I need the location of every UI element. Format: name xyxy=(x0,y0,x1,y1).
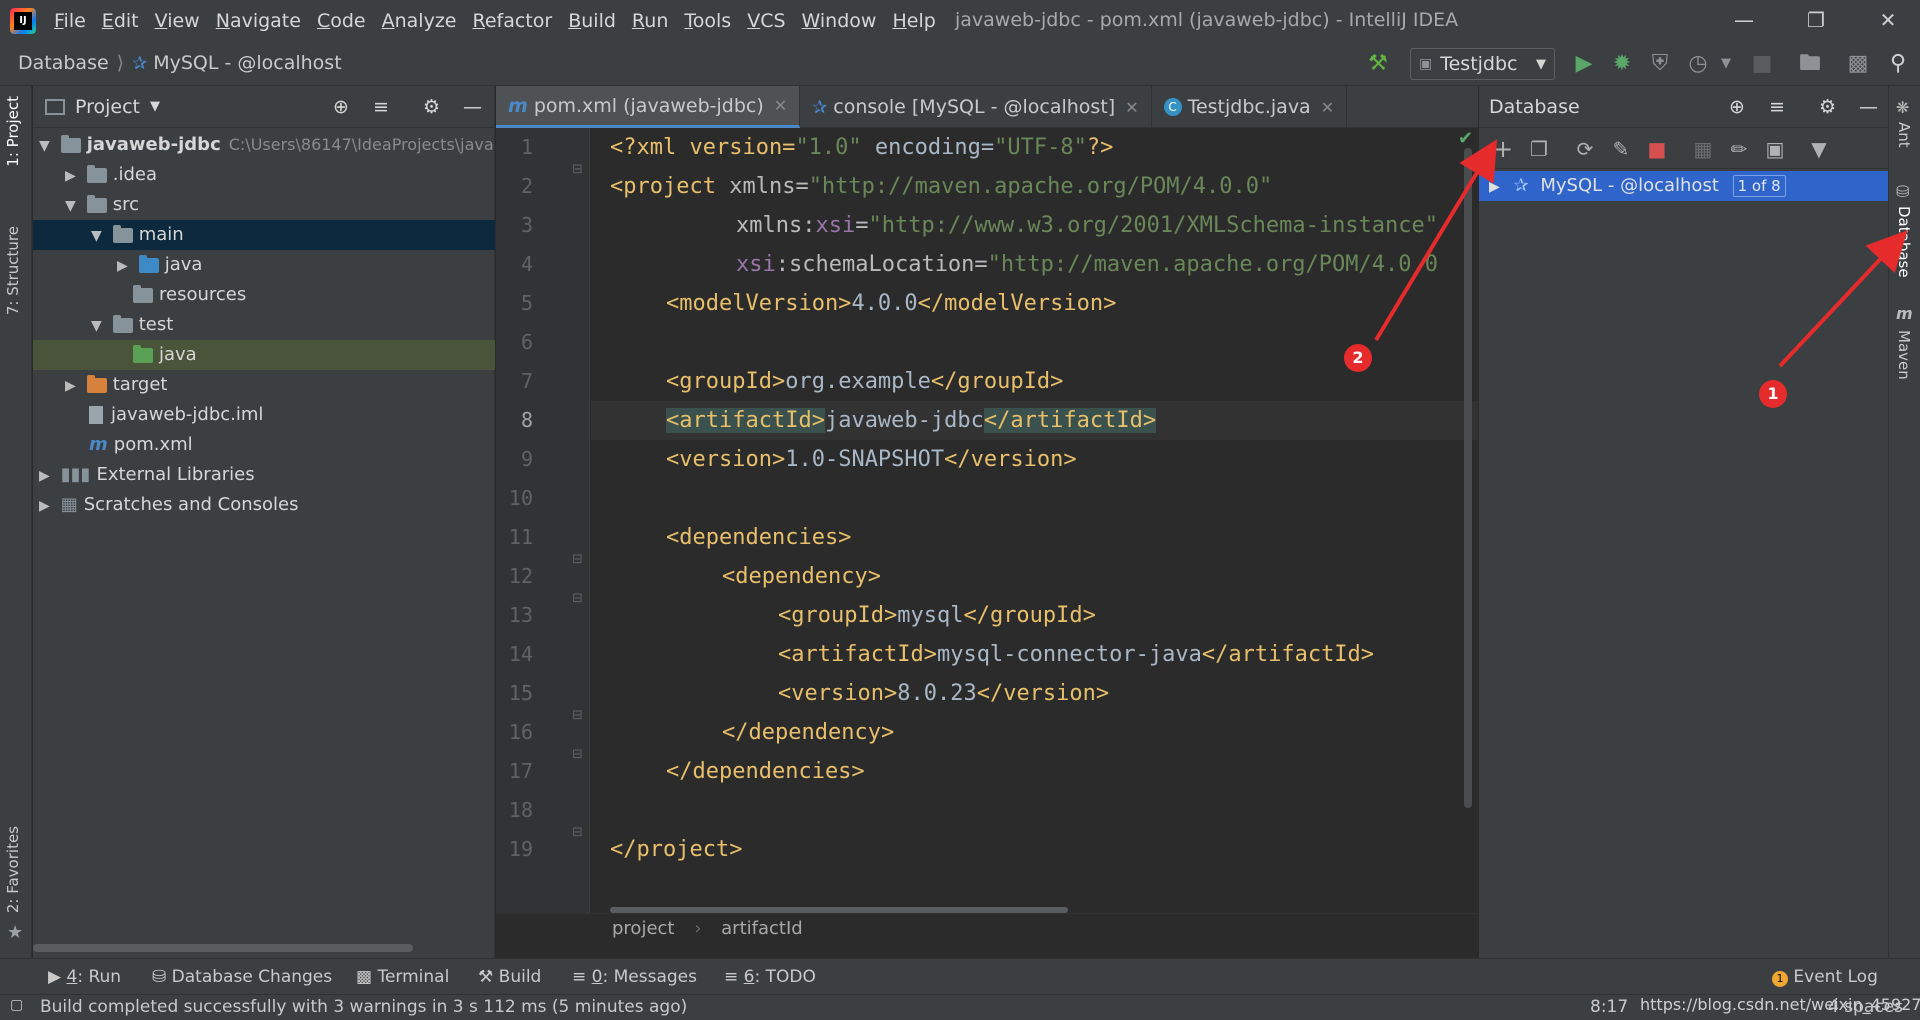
indent-setting[interactable]: 4 spaces xyxy=(1828,997,1903,1017)
tool-todo[interactable]: ≡ 6: TODO xyxy=(724,967,816,987)
messages-icon: ≡ xyxy=(572,967,592,987)
run-icon: ▶ xyxy=(48,967,67,987)
todo-list-icon: ≡ xyxy=(724,967,744,987)
tool-database-changes[interactable]: ⛁ Database Changes xyxy=(152,967,332,987)
bottom-tool-bar: ▶ 4: Run ⛁ Database Changes ▩ Terminal ⚒… xyxy=(0,958,1920,994)
annotation-arrow-2 xyxy=(1374,139,1498,342)
annotation-overlay xyxy=(1374,139,1908,368)
tool-terminal[interactable]: ▩ Terminal xyxy=(356,967,449,987)
tool-build[interactable]: ⚒ Build xyxy=(478,967,541,987)
status-message[interactable]: Build completed successfully with 3 warn… xyxy=(40,997,687,1017)
tool-run[interactable]: ▶ 4: Run xyxy=(48,967,121,987)
database-changes-icon: ⛁ xyxy=(152,967,172,987)
status-toggle-icon[interactable]: ▢ xyxy=(10,997,23,1013)
event-log-icon: 1 xyxy=(1772,971,1788,987)
tool-messages[interactable]: ≡ 0: Messages xyxy=(572,967,697,987)
tool-event-log[interactable]: 1 Event Log xyxy=(1772,967,1878,987)
annotation-arrow-1 xyxy=(1778,230,1908,368)
status-bar: ▢ Build completed successfully with 3 wa… xyxy=(0,994,1920,1020)
terminal-icon: ▩ xyxy=(356,967,378,987)
caret-position[interactable]: 8:17 xyxy=(1590,997,1628,1017)
annotation-marker-2: 2 xyxy=(1344,344,1372,372)
hammer-icon: ⚒ xyxy=(478,967,499,987)
annotation-marker-1: 1 xyxy=(1759,380,1787,408)
